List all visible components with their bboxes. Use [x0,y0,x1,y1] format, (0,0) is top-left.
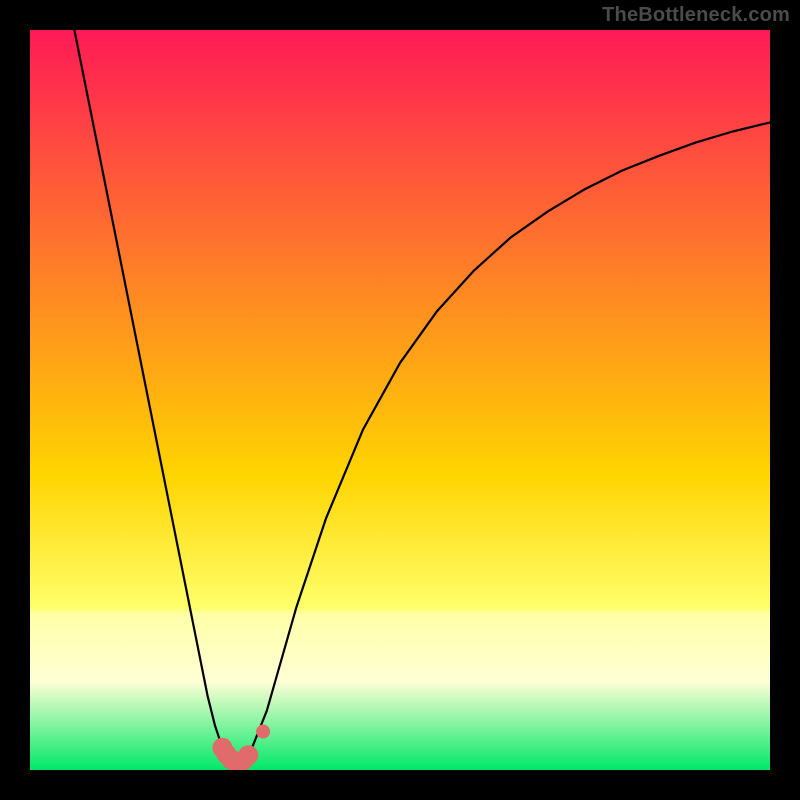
gradient-background [30,30,770,770]
chart-svg [30,30,770,770]
watermark-text: TheBottleneck.com [602,4,790,27]
chart-frame: TheBottleneck.com [0,0,800,800]
marker-dot [238,745,258,765]
marker-dot [256,725,270,739]
plot-area [30,30,770,770]
